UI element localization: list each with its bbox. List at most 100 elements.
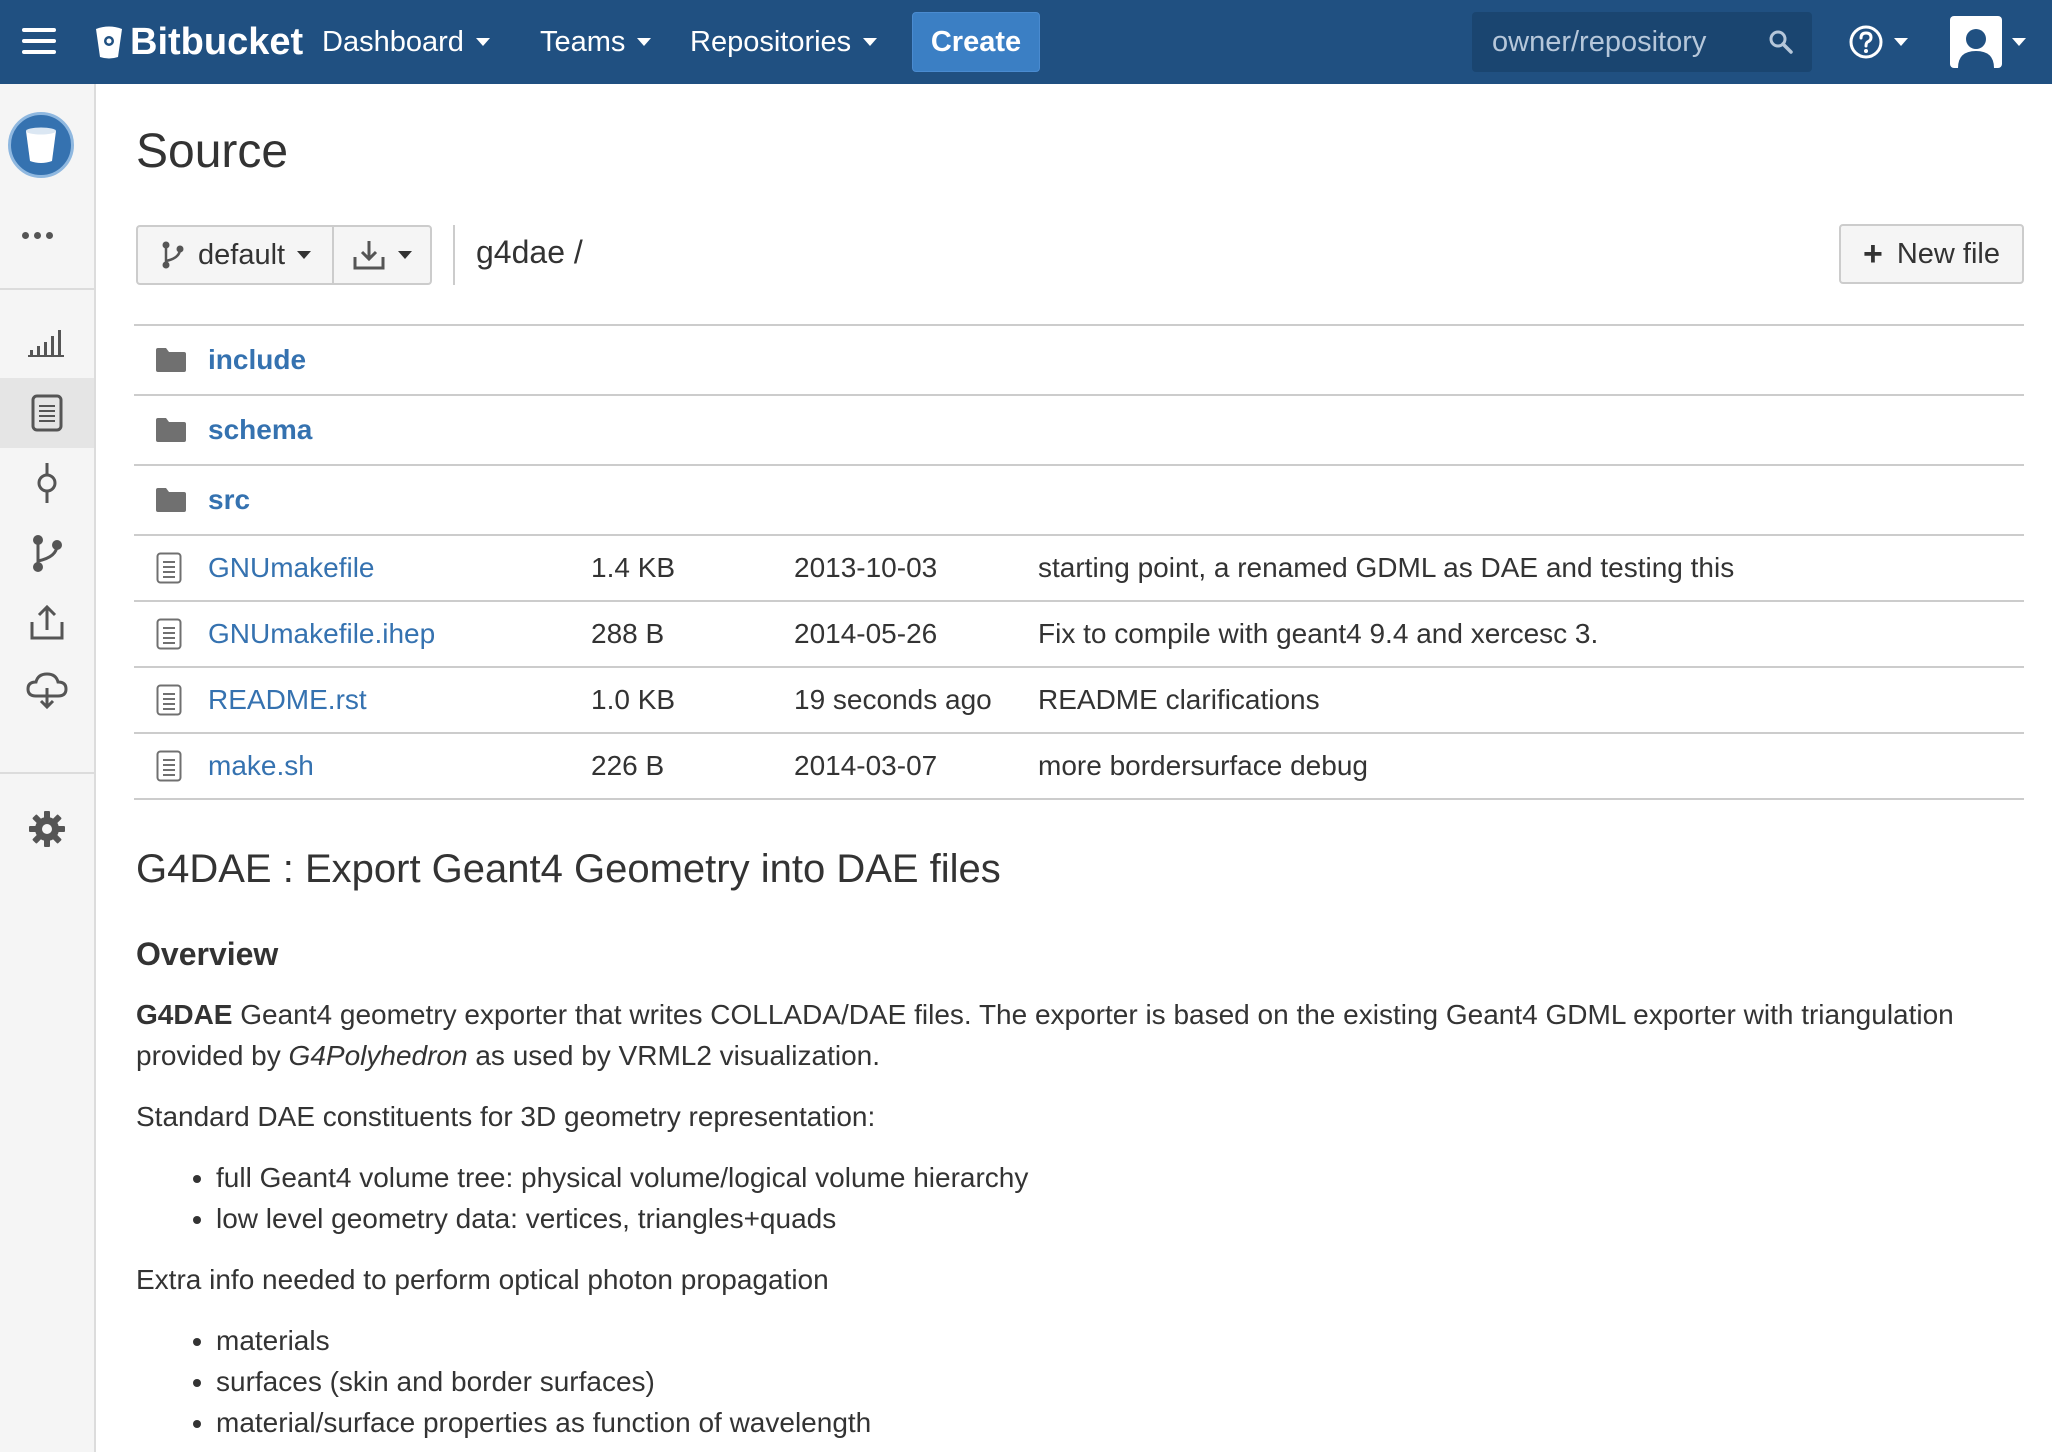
more-icon[interactable] [22, 226, 58, 244]
directory-link[interactable]: include [208, 344, 306, 376]
file-link[interactable]: make.sh [208, 750, 314, 782]
table-row[interactable]: src [134, 466, 2024, 536]
file-size: 288 B [591, 618, 665, 649]
nav-repositories[interactable]: Repositories [690, 22, 878, 62]
table-row[interactable]: GNUmakefile 1.4 KB 2013-10-03 starting p… [134, 536, 2024, 602]
branch-label: default [198, 238, 286, 271]
readme-list: materials surfaces (skin and border surf… [216, 1320, 2024, 1443]
top-navigation: Bitbucket Dashboard Teams Repositories C… [0, 0, 2052, 84]
file-size: 1.0 KB [591, 684, 676, 715]
pull-requests-icon [30, 604, 64, 640]
chevron-down-icon [2012, 38, 2026, 46]
source-icon [31, 394, 63, 432]
list-item: surfaces (skin and border surfaces) [216, 1361, 2024, 1402]
download-button[interactable] [332, 225, 432, 285]
file-icon [156, 552, 182, 584]
new-file-button[interactable]: + New file [1839, 224, 2024, 284]
table-row[interactable]: GNUmakefile.ihep 288 B 2014-05-26 Fix to… [134, 602, 2024, 668]
table-row[interactable]: make.sh 226 B 2014-03-07 more bordersurf… [134, 734, 2024, 800]
table-row[interactable]: README.rst 1.0 KB 19 seconds ago README … [134, 668, 2024, 734]
divider [453, 225, 455, 285]
chevron-down-icon [475, 38, 490, 46]
directory-link[interactable]: schema [208, 414, 312, 446]
chevron-down-icon [637, 38, 652, 46]
sidebar-item-settings[interactable] [0, 794, 94, 864]
chevron-down-icon [1894, 38, 1908, 46]
folder-icon [156, 348, 186, 372]
help-menu[interactable] [1848, 22, 1908, 62]
readme-paragraph: G4DAE Geant4 geometry exporter that writ… [136, 994, 2024, 1076]
breadcrumb: g4dae / [476, 234, 583, 270]
list-item: materials [216, 1320, 2024, 1361]
plus-icon: + [1862, 235, 1883, 273]
sidebar-item-pull-requests[interactable] [0, 588, 94, 658]
branch-selector[interactable]: default [136, 225, 334, 285]
user-icon [1958, 29, 1994, 68]
search-box [1472, 12, 1812, 72]
readme-italic-text: G4Polyhedron [288, 1040, 468, 1071]
user-menu[interactable] [1950, 16, 2026, 68]
readme-bold-text: G4DAE [136, 999, 233, 1030]
file-icon [156, 618, 182, 650]
list-item: full Geant4 volume tree: physical volume… [216, 1157, 2024, 1198]
file-link[interactable]: GNUmakefile.ihep [208, 618, 435, 650]
sidebar-item-overview[interactable] [0, 308, 94, 378]
file-size: 226 B [591, 750, 665, 781]
nav-dashboard[interactable]: Dashboard [322, 22, 490, 62]
file-link[interactable]: README.rst [208, 684, 367, 716]
folder-icon [156, 488, 186, 512]
readme-paragraph: Extra info needed to perform optical pho… [136, 1264, 829, 1295]
readme-paragraph: Standard DAE constituents for 3D geometr… [136, 1101, 876, 1132]
sidebar [0, 84, 96, 1452]
file-icon [156, 684, 182, 716]
file-date: 2014-05-26 [794, 618, 938, 649]
bitbucket-logo[interactable]: Bitbucket [94, 18, 303, 66]
bucket-icon [96, 26, 122, 59]
search-input[interactable] [1472, 25, 1752, 59]
folder-icon [156, 418, 186, 442]
table-row[interactable]: schema [134, 396, 2024, 466]
list-item: low level geometry data: vertices, trian… [216, 1198, 2024, 1239]
avatar [1950, 16, 2002, 68]
list-item: material/surface properties as function … [216, 1402, 2024, 1443]
commit-message: starting point, a renamed GDML as DAE an… [1038, 552, 1735, 583]
file-date: 2014-03-07 [794, 750, 938, 781]
nav-teams-label: Teams [540, 25, 626, 58]
chevron-down-icon [398, 251, 412, 259]
nav-dashboard-label: Dashboard [322, 25, 464, 58]
file-link[interactable]: GNUmakefile [208, 552, 374, 584]
sidebar-item-downloads[interactable] [0, 656, 94, 726]
branches-icon [33, 535, 62, 572]
file-list: include schema src GNUmakefile 1.4 KB 20… [134, 324, 2024, 800]
sidebar-item-branches[interactable] [0, 518, 94, 588]
sidebar-divider [0, 288, 94, 290]
commit-message: Fix to compile with geant4 9.4 and xerce… [1038, 618, 1599, 649]
menu-icon[interactable] [22, 28, 56, 54]
help-icon [1849, 25, 1883, 59]
commit-message: more bordersurface debug [1038, 750, 1368, 781]
file-date: 2013-10-03 [794, 552, 938, 583]
sidebar-item-commits[interactable] [0, 448, 94, 518]
page-title: Source [136, 125, 289, 178]
chevron-down-icon [297, 251, 312, 259]
table-row[interactable]: include [134, 326, 2024, 396]
commits-icon [37, 463, 57, 503]
directory-link[interactable]: src [208, 484, 250, 516]
file-icon [156, 750, 182, 782]
create-button[interactable]: Create [912, 12, 1040, 72]
sidebar-item-source[interactable] [0, 378, 94, 448]
downloads-icon [26, 672, 68, 710]
file-date: 19 seconds ago [794, 684, 992, 715]
repository-avatar[interactable] [8, 112, 74, 178]
overview-heading: Overview [136, 936, 279, 972]
download-icon [353, 241, 385, 270]
sidebar-divider [0, 772, 94, 774]
overview-icon [28, 330, 64, 357]
readme-text: as used by VRML2 visualization. [467, 1040, 880, 1071]
branch-icon [162, 241, 184, 269]
new-file-label: New file [1896, 237, 2000, 270]
commit-message: README clarifications [1038, 684, 1320, 715]
nav-teams[interactable]: Teams [540, 22, 652, 62]
nav-repositories-label: Repositories [690, 25, 852, 58]
search-icon[interactable] [1768, 29, 1794, 55]
